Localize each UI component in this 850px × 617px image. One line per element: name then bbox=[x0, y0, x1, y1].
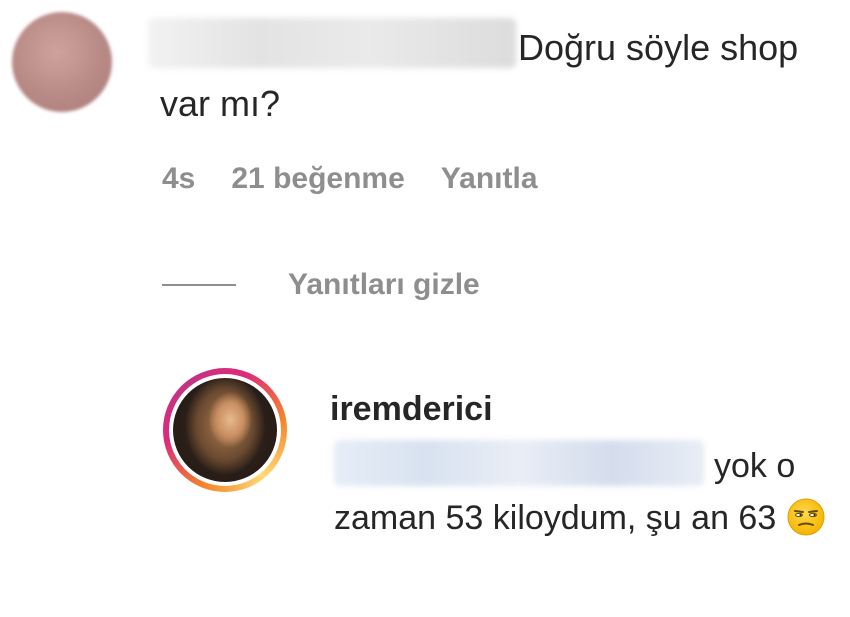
reply-text: yok o zaman 53 kiloydum, şu an 63 bbox=[334, 447, 796, 537]
hide-replies-toggle[interactable]: Yanıtları gizle bbox=[162, 268, 480, 302]
reply-avatar bbox=[173, 378, 277, 482]
reply-avatar-gap bbox=[169, 374, 281, 486]
comment-timestamp[interactable]: 4s bbox=[162, 162, 195, 196]
reply-body: yok o zaman 53 kiloydum, şu an 63 bbox=[334, 440, 834, 544]
unamused-face-icon bbox=[787, 498, 825, 536]
replies-divider-line bbox=[162, 284, 236, 286]
reply-avatar-story-ring[interactable] bbox=[163, 368, 287, 492]
comment-avatar[interactable] bbox=[12, 12, 112, 112]
reply-button[interactable]: Yanıtla bbox=[441, 162, 538, 196]
hide-replies-label: Yanıtları gizle bbox=[288, 268, 480, 301]
comment-text: Doğru söyle shop var mı? bbox=[160, 27, 799, 124]
reply-username[interactable]: iremderici bbox=[330, 390, 493, 429]
comment-likes-link[interactable]: 21 beğenme bbox=[231, 162, 404, 196]
comment-meta: 4s 21 beğenme Yanıtla bbox=[162, 162, 538, 196]
